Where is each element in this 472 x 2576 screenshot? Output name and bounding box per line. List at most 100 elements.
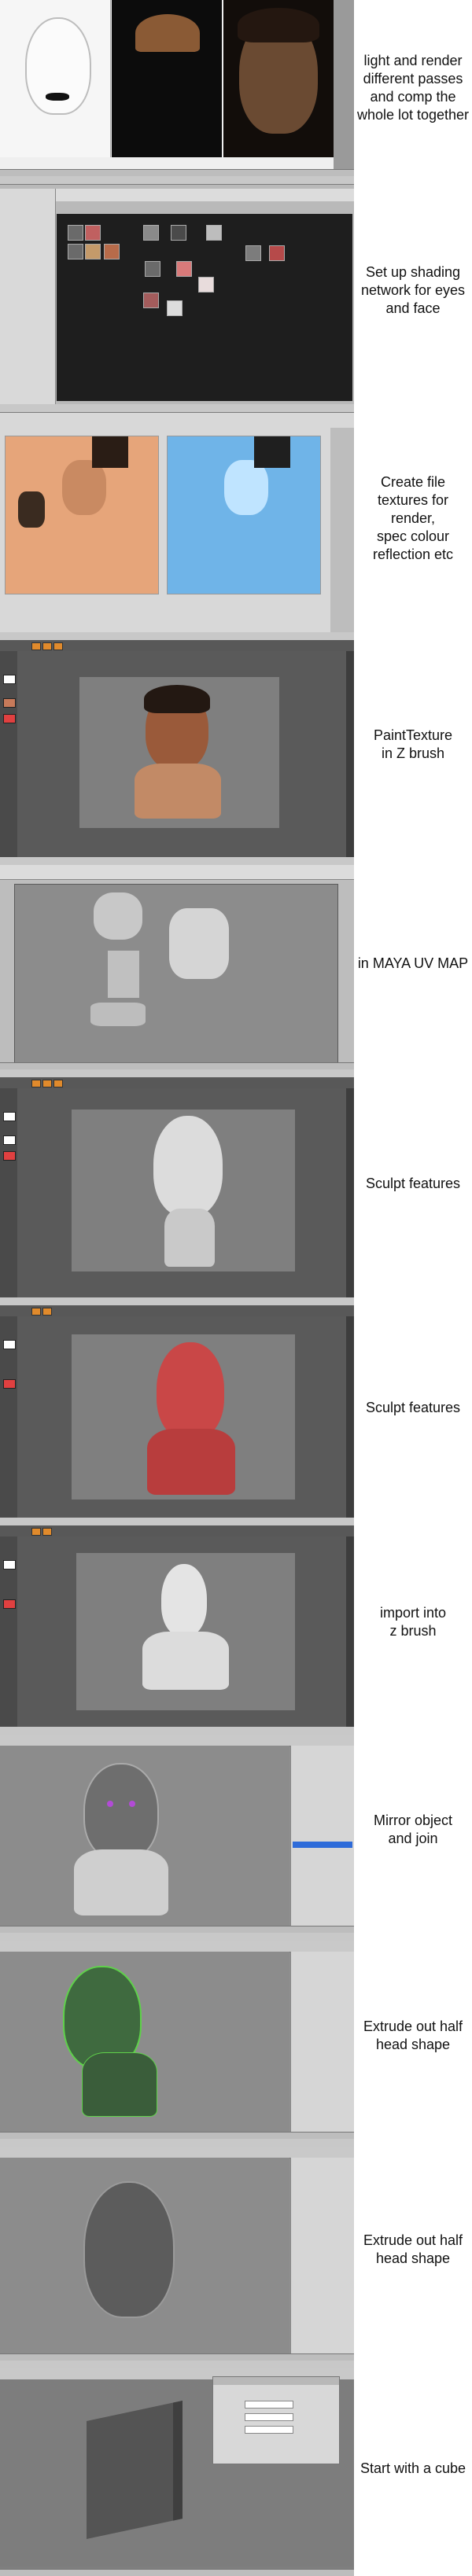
color-swatch[interactable] — [3, 698, 16, 708]
poly-cube-options-dialog[interactable] — [212, 2376, 340, 2464]
color-swatch[interactable] — [3, 1599, 16, 1609]
caption-shading-network: Set up shading network for eyes and face — [360, 263, 466, 316]
right-tray[interactable] — [346, 1316, 354, 1518]
hypershade-toolbar[interactable] — [55, 189, 354, 201]
cube-primitive[interactable] — [87, 2401, 183, 2539]
tool-panel[interactable] — [330, 428, 354, 632]
brush-icon[interactable] — [31, 1308, 41, 1316]
mirrored-bust — [74, 1849, 168, 1915]
zbrush-canvas[interactable] — [79, 676, 280, 829]
shader-node-icon[interactable] — [143, 293, 159, 308]
viewport[interactable] — [0, 2158, 289, 2354]
left-tray[interactable] — [0, 1088, 17, 1297]
shader-node-icon[interactable] — [171, 225, 186, 241]
color-swatch[interactable] — [3, 1151, 16, 1161]
hypershade-graph[interactable] — [57, 214, 352, 401]
caption-extrude-green: Extrude out half head shape — [363, 2018, 463, 2052]
dialog-field[interactable] — [245, 2401, 293, 2409]
color-swatch[interactable] — [3, 1560, 16, 1570]
maya-shelf[interactable] — [0, 2147, 354, 2158]
dialog-titlebar[interactable] — [213, 2377, 339, 2385]
shader-node-icon[interactable] — [68, 244, 83, 259]
sculpted-head-red[interactable] — [157, 1342, 224, 1440]
brush-icon[interactable] — [31, 1528, 41, 1536]
zbrush-canvas[interactable] — [71, 1109, 296, 1272]
hair-pass-view — [112, 0, 222, 157]
color-swatch[interactable] — [3, 714, 16, 723]
zbrush-toolbar[interactable] — [0, 640, 354, 651]
status-bar — [0, 1062, 354, 1069]
outliner-panel[interactable] — [290, 2158, 354, 2354]
panel-sculpt-gray — [0, 1069, 354, 1297]
zbrush-toolbar[interactable] — [0, 1305, 354, 1316]
brush-icon[interactable] — [42, 1308, 52, 1316]
mirrored-head[interactable] — [83, 1763, 159, 1860]
shader-node-icon[interactable] — [245, 245, 261, 261]
uv-shell-face — [169, 908, 229, 979]
caption-start-cube: Start with a cube — [360, 2460, 466, 2476]
maya-shelf[interactable] — [0, 1735, 354, 1746]
left-tray[interactable] — [0, 651, 17, 857]
half-head-gray-mesh[interactable] — [83, 2181, 175, 2318]
brush-icon[interactable] — [53, 1080, 63, 1087]
left-tray[interactable] — [0, 1316, 17, 1518]
uv-shell-ears — [90, 1003, 146, 1026]
menu-bar[interactable] — [0, 404, 354, 413]
uv-editor-canvas[interactable] — [14, 884, 338, 1065]
shader-node-icon[interactable] — [68, 225, 83, 241]
brush-icon[interactable] — [42, 642, 52, 650]
shader-node-icon[interactable] — [104, 244, 120, 259]
brush-icon[interactable] — [42, 1080, 52, 1087]
shader-node-icon[interactable] — [85, 225, 101, 241]
uv-shell-neck — [108, 951, 139, 998]
brush-icon[interactable] — [31, 1080, 41, 1087]
brush-icon[interactable] — [42, 1528, 52, 1536]
menu-bar[interactable] — [0, 176, 354, 185]
eye-highlight-left — [107, 1801, 113, 1807]
brush-icon[interactable] — [53, 642, 63, 650]
color-swatch[interactable] — [3, 1135, 16, 1145]
shader-node-icon[interactable] — [206, 225, 222, 241]
imported-head[interactable] — [161, 1564, 207, 1636]
caption-file-textures: Create file textures for render, spec co… — [372, 473, 454, 562]
zbrush-toolbar[interactable] — [0, 1077, 354, 1088]
uv-shell-head — [94, 892, 142, 940]
shader-node-icon[interactable] — [145, 261, 160, 277]
sculpted-neck-gray — [164, 1209, 215, 1267]
painted-hair — [144, 685, 210, 713]
color-swatch[interactable] — [3, 1379, 16, 1389]
color-swatch[interactable] — [3, 1340, 16, 1349]
right-tray[interactable] — [346, 651, 354, 857]
left-tray[interactable] — [0, 1536, 17, 1727]
hair-cap-icon — [135, 14, 200, 52]
viewport[interactable] — [0, 1952, 289, 2133]
panel-import-zbrush — [0, 1518, 354, 1727]
maya-shelf[interactable] — [0, 1941, 354, 1952]
shader-list[interactable] — [0, 189, 56, 404]
dialog-field[interactable] — [245, 2413, 293, 2421]
outliner-panel[interactable] — [290, 1952, 354, 2133]
brush-icon[interactable] — [31, 642, 41, 650]
wireframe-head-view — [0, 0, 111, 157]
sculpted-neck-red — [147, 1429, 235, 1495]
shader-node-icon[interactable] — [167, 300, 183, 316]
shader-node-icon[interactable] — [85, 244, 101, 259]
zbrush-toolbar[interactable] — [0, 1525, 354, 1536]
shader-node-icon[interactable] — [176, 261, 192, 277]
shader-node-icon[interactable] — [269, 245, 285, 261]
imported-bust — [142, 1632, 229, 1690]
sculpted-head-gray[interactable] — [153, 1116, 223, 1216]
viewport[interactable] — [0, 1746, 289, 1926]
zbrush-canvas[interactable] — [76, 1552, 296, 1711]
zbrush-canvas[interactable] — [71, 1334, 296, 1500]
channel-box[interactable] — [290, 1746, 354, 1926]
uv-editor-toolbar[interactable] — [0, 865, 354, 880]
panel-mirror-object — [0, 1727, 354, 1933]
shader-node-icon[interactable] — [143, 225, 159, 241]
shader-node-icon[interactable] — [198, 277, 214, 293]
dialog-field[interactable] — [245, 2426, 293, 2434]
right-tray[interactable] — [346, 1536, 354, 1727]
right-tray[interactable] — [346, 1088, 354, 1297]
color-swatch[interactable] — [3, 1112, 16, 1121]
color-swatch[interactable] — [3, 675, 16, 684]
